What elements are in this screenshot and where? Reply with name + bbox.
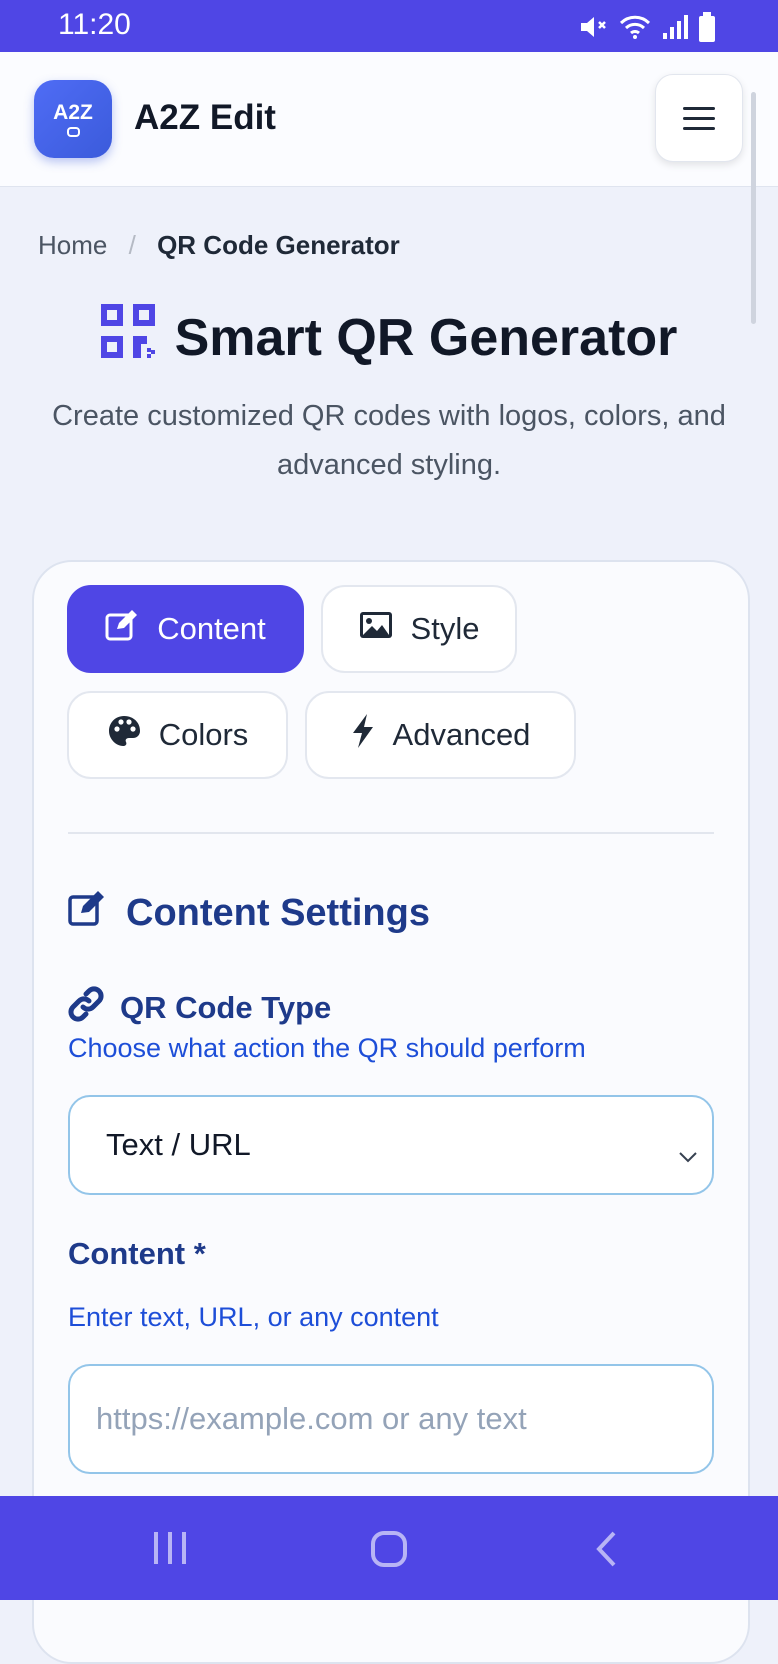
brand-name[interactable]: A2Z Edit [134, 98, 276, 138]
content-input[interactable] [68, 1364, 714, 1474]
menu-button[interactable] [655, 74, 743, 162]
breadcrumb-home[interactable]: Home [38, 230, 107, 260]
status-bar: 11:20 [0, 0, 778, 52]
logo-dot-icon [66, 127, 80, 137]
logo-text: A2Z [53, 101, 93, 124]
tab-label: Colors [158, 717, 249, 752]
tab-label: Advanced [392, 717, 531, 752]
content-label: Content * [68, 1236, 206, 1271]
tab-label: Style [410, 611, 480, 646]
app-header: A2Z A2Z Edit [0, 52, 778, 187]
tab-advanced[interactable]: Advanced [305, 691, 576, 779]
tab-content[interactable]: Content [67, 585, 304, 673]
section-title: Content Settings [68, 890, 430, 936]
recent-apps-icon[interactable] [152, 1530, 188, 1571]
link-icon [68, 986, 104, 1030]
back-icon[interactable] [594, 1530, 618, 1573]
qr-type-label-text: QR Code Type [120, 990, 332, 1025]
breadcrumb-separator: / [128, 230, 136, 260]
image-icon [359, 611, 393, 647]
battery-icon [698, 12, 716, 47]
qr-type-label: QR Code Type [68, 986, 331, 1030]
wifi-icon [618, 13, 652, 46]
tab-colors[interactable]: Colors [67, 691, 288, 779]
logo[interactable]: A2Z [34, 80, 112, 158]
breadcrumb-current: QR Code Generator [157, 230, 400, 260]
status-icons [578, 12, 716, 47]
mute-icon [578, 13, 608, 46]
tab-label: Content [157, 611, 266, 646]
nav-bar [0, 1496, 778, 1600]
divider [68, 832, 714, 834]
page-title-text: Smart QR Generator [174, 308, 678, 367]
page-title: Smart QR Generator [0, 304, 778, 371]
content-hint: Enter text, URL, or any content [68, 1302, 439, 1332]
qr-type-select[interactable]: Text / URL [68, 1095, 714, 1195]
qrcode-icon [100, 304, 155, 371]
edit-icon [105, 609, 139, 649]
palette-icon [107, 714, 141, 756]
signal-icon [662, 13, 688, 46]
scrollbar[interactable] [751, 92, 756, 324]
section-title-text: Content Settings [126, 891, 430, 934]
page-subtitle: Create customized QR codes with logos, c… [52, 400, 726, 481]
bolt-icon [351, 714, 375, 756]
chevron-down-icon [678, 1135, 698, 1171]
hamburger-icon [683, 126, 715, 130]
hamburger-icon [683, 106, 715, 110]
home-icon[interactable] [370, 1530, 408, 1573]
hamburger-icon [683, 116, 715, 120]
qr-type-selected: Text / URL [106, 1127, 251, 1162]
edit-icon [68, 890, 106, 936]
status-time: 11:20 [58, 8, 131, 41]
tab-style[interactable]: Style [321, 585, 517, 673]
breadcrumb: Home / QR Code Generator [38, 230, 400, 261]
qr-type-hint: Choose what action the QR should perform [68, 1033, 586, 1063]
